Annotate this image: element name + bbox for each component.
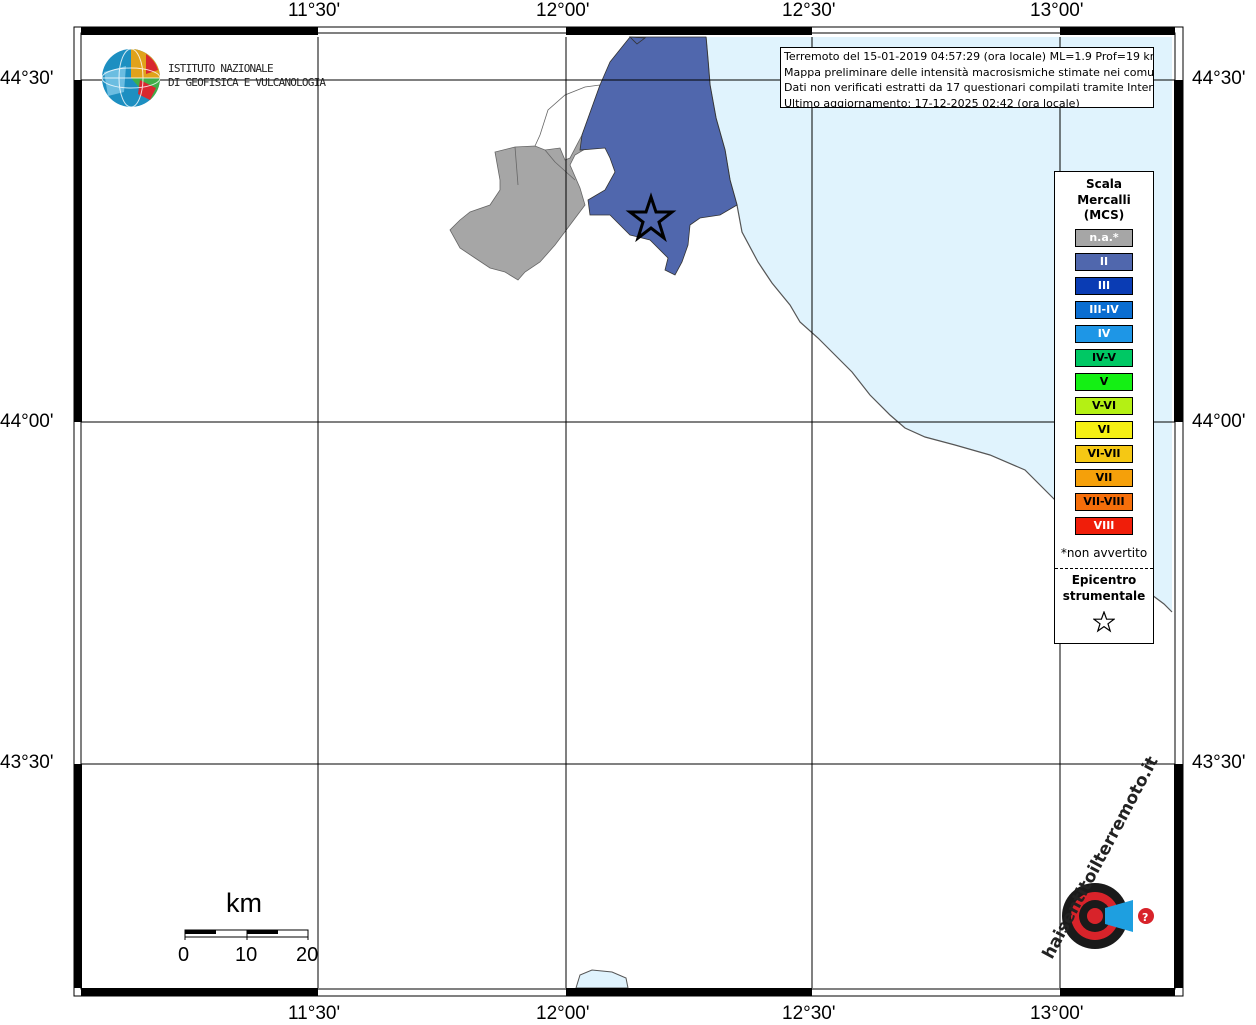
legend-swatch: IV-V bbox=[1075, 349, 1133, 367]
legend-epicenter-line1: Epicentro bbox=[1071, 573, 1137, 587]
scale-bar bbox=[184, 929, 309, 940]
ingv-logo-text: ISTITUTO NAZIONALE DI GEOFISICA E VULCAN… bbox=[168, 62, 326, 90]
ingv-logo-line2: DI GEOFISICA E VULCANOLOGIA bbox=[168, 76, 326, 89]
scale-bar-label-0: 0 bbox=[178, 944, 190, 966]
lon-tick-top-1: 11°30' bbox=[288, 0, 341, 21]
globe-logo-icon bbox=[101, 48, 161, 108]
lon-tick-top-2: 12°00' bbox=[536, 0, 590, 21]
lat-tick-left-2: 44°00' bbox=[0, 411, 54, 432]
svg-text:?: ? bbox=[1142, 911, 1148, 924]
legend-swatch: n.a.* bbox=[1075, 229, 1133, 247]
lon-tick-top-4: 13°00' bbox=[1030, 0, 1084, 21]
legend-swatch: VI-VII bbox=[1075, 445, 1133, 463]
scale-bar-label-10: 10 bbox=[235, 944, 258, 966]
legend-swatch: VIII bbox=[1075, 517, 1133, 535]
legend-note: *non avvertito bbox=[1060, 546, 1148, 560]
earthquake-info-box: Terremoto del 15-01-2019 04:57:29 (ora l… bbox=[780, 47, 1154, 108]
lat-tick-left-1: 44°30' bbox=[0, 68, 54, 89]
legend-separator bbox=[1055, 568, 1153, 569]
legend-title: Scala Mercalli (MCS) bbox=[1055, 177, 1153, 224]
legend-title-line3: (MCS) bbox=[1083, 208, 1125, 222]
legend-swatch: V-VI bbox=[1075, 397, 1133, 415]
legend-swatch: V bbox=[1075, 373, 1133, 391]
legend-swatch: IV bbox=[1075, 325, 1133, 343]
lon-tick-top-3: 12°30' bbox=[782, 0, 836, 21]
legend-swatch: VII bbox=[1075, 469, 1133, 487]
lon-tick-bottom-2: 12°00' bbox=[536, 1003, 590, 1024]
legend-swatch: III bbox=[1075, 277, 1133, 295]
mcs-legend: Scala Mercalli (MCS) n.a.* II III III-IV IV I… bbox=[1054, 171, 1154, 644]
scale-bar-unit: km bbox=[226, 888, 262, 918]
lat-tick-right-2: 44°00' bbox=[1192, 411, 1246, 432]
info-line-2: Mappa preliminare delle intensità macros… bbox=[784, 65, 1154, 79]
municipality-na bbox=[449, 84, 601, 281]
lon-tick-bottom-4: 13°00' bbox=[1030, 1003, 1084, 1024]
legend-epicenter-line2: strumentale bbox=[1062, 589, 1146, 603]
legend-swatch: III-IV bbox=[1075, 301, 1133, 319]
lon-tick-bottom-3: 12°30' bbox=[782, 1003, 836, 1024]
scale-bar-label-20: 20 bbox=[296, 944, 319, 966]
legend-swatch: VI bbox=[1075, 421, 1133, 439]
info-line-1: Terremoto del 15-01-2019 04:57:29 (ora l… bbox=[784, 50, 1154, 63]
lat-tick-right-3: 43°30' bbox=[1192, 752, 1246, 773]
legend-title-line2: Mercalli bbox=[1077, 192, 1131, 207]
lat-tick-left-3: 43°30' bbox=[0, 752, 54, 773]
info-line-4: Ultimo aggiornamento: 17-12-2025 02:42 (… bbox=[784, 96, 1080, 108]
lon-tick-bottom-1: 11°30' bbox=[288, 1003, 341, 1024]
legend-swatch: II bbox=[1075, 253, 1133, 271]
lat-tick-right-1: 44°30' bbox=[1192, 68, 1246, 89]
legend-swatch: VII-VIII bbox=[1075, 493, 1133, 511]
legend-epicenter-label: Epicentro strumentale bbox=[1055, 572, 1153, 604]
star-icon bbox=[1093, 611, 1115, 633]
info-line-3: Dati non verificati estratti da 17 quest… bbox=[784, 81, 1154, 94]
legend-title-line1: Scala bbox=[1085, 177, 1123, 191]
ingv-logo-line1: ISTITUTO NAZIONALE bbox=[168, 62, 274, 75]
island-area bbox=[575, 969, 629, 989]
